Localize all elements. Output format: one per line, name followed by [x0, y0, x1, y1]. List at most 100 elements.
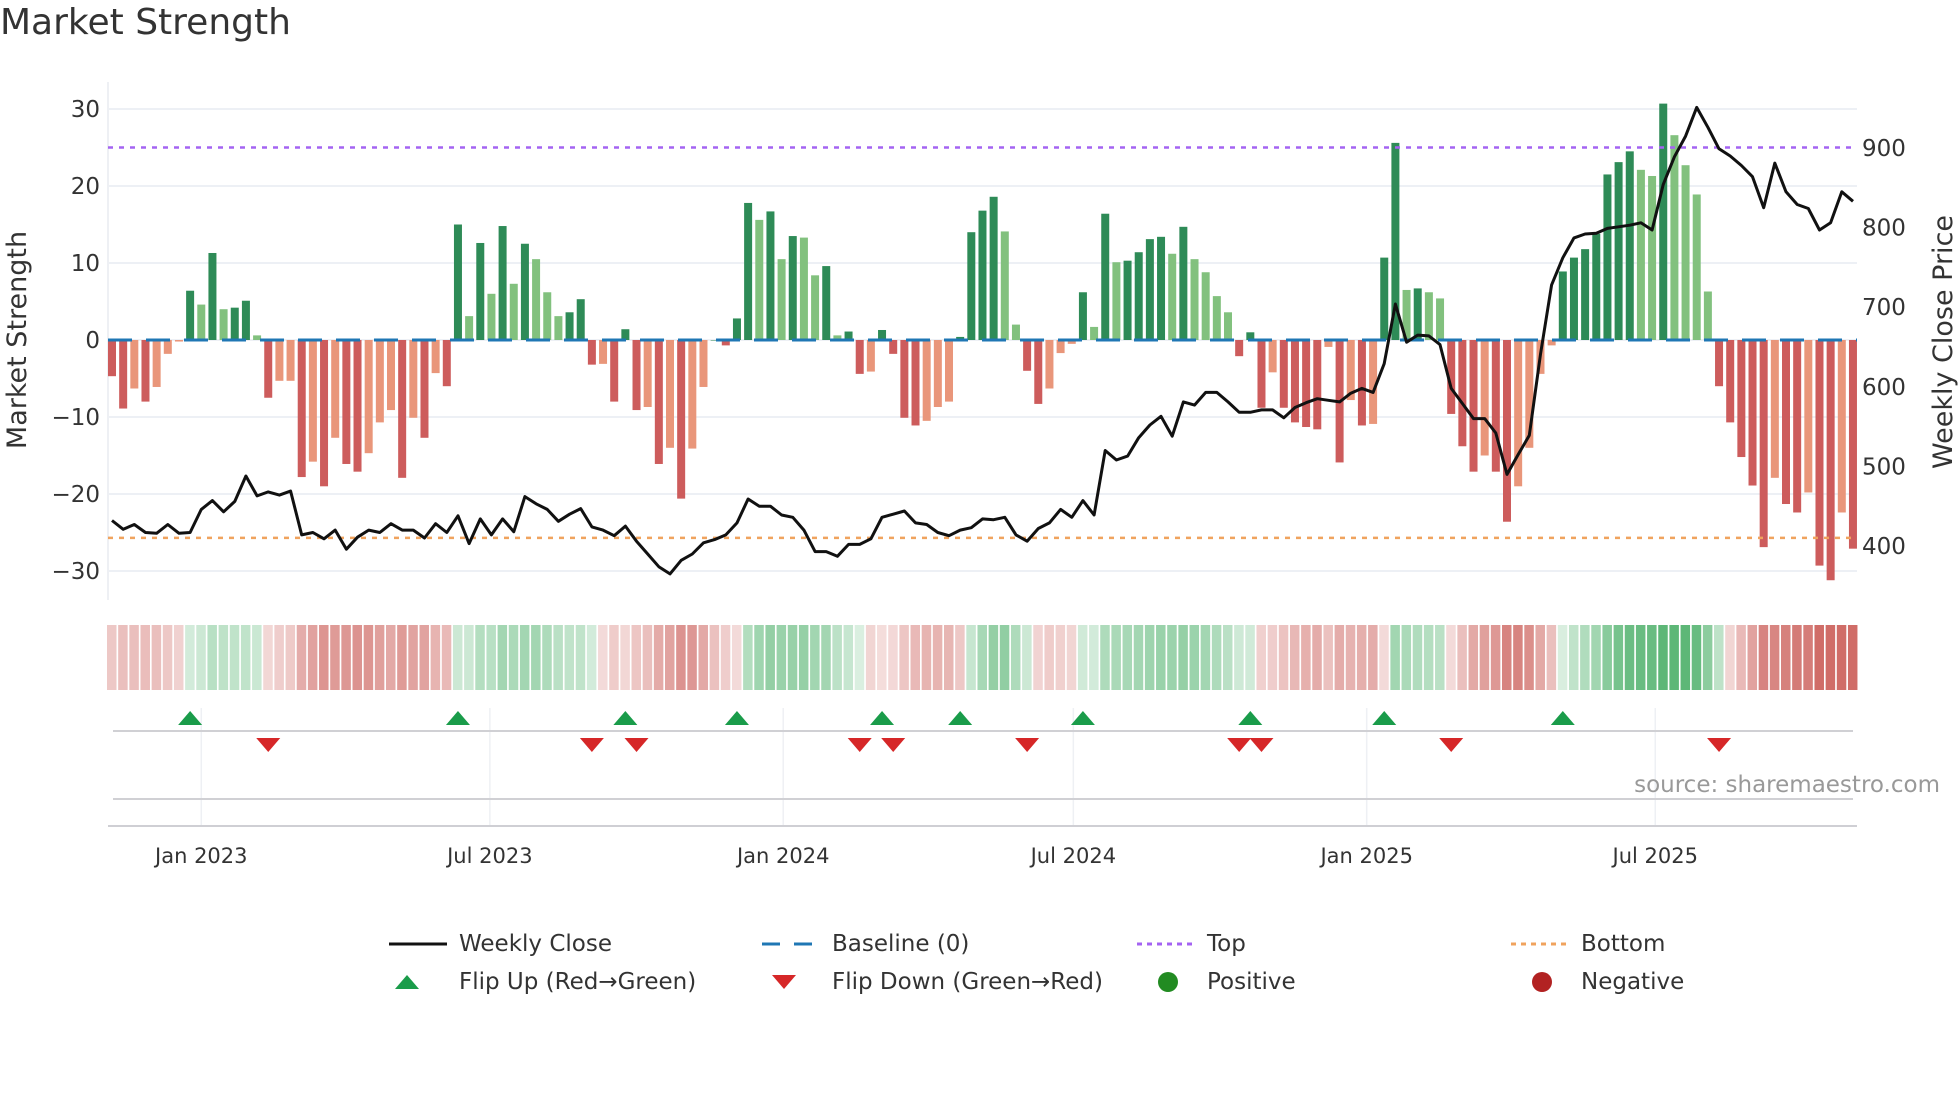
- strength-bar: [911, 340, 920, 426]
- strength-bar: [275, 340, 284, 381]
- strength-bar: [1770, 340, 1779, 478]
- strength-bar: [777, 259, 786, 340]
- heat-strip-cell: [1658, 625, 1668, 690]
- heat-strip-cell: [218, 625, 229, 690]
- heat-strip-cell: [1356, 625, 1367, 690]
- strength-bar: [1514, 340, 1523, 487]
- strength-bar: [1279, 340, 1288, 408]
- strength-bar: [342, 340, 351, 464]
- heat-strip-cell: [542, 625, 552, 690]
- heat-strip-cell: [464, 625, 474, 690]
- heat-strip-cell: [955, 625, 965, 690]
- strength-bar: [755, 219, 764, 340]
- heat-strip-cell: [631, 625, 642, 690]
- heat-strip-cell: [553, 625, 563, 690]
- strength-bar: [933, 340, 942, 407]
- strength-bar: [1692, 194, 1701, 340]
- legend-positive[interactable]: Positive: [1137, 969, 1296, 995]
- strength-bar: [889, 340, 898, 354]
- legend-top[interactable]: Top: [1137, 931, 1246, 957]
- heat-strip-cell: [1033, 625, 1043, 690]
- heat-strip-cell: [754, 625, 764, 690]
- heat-strip-cell: [1055, 625, 1066, 690]
- heat-strip-cell: [620, 625, 630, 690]
- legend-weekly-close[interactable]: Weekly Close: [389, 931, 612, 957]
- strength-bar: [1157, 236, 1166, 340]
- heat-strip-cell: [1077, 625, 1088, 690]
- strength-bar: [1224, 312, 1232, 340]
- heat-strip-cell: [1200, 625, 1211, 690]
- heat-strip-cell: [854, 625, 865, 690]
- heat-strip-cell: [531, 625, 541, 690]
- strength-bar: [1257, 340, 1266, 408]
- strength-bar: [1503, 340, 1511, 522]
- heat-strip-cell: [642, 625, 653, 690]
- strength-bar: [509, 283, 518, 340]
- heat-strip-cell: [888, 625, 898, 690]
- heat-strip-cell: [1524, 625, 1534, 690]
- strength-bar: [554, 316, 563, 340]
- flip-down-marker: [1015, 738, 1040, 752]
- heat-strip-cell: [1580, 625, 1590, 690]
- strength-bar: [208, 252, 217, 340]
- strength-bar: [241, 300, 250, 340]
- flip-up-marker: [948, 711, 973, 725]
- heat-strip-cell: [274, 625, 284, 690]
- market-strength-chart: 30 20 10 0 −10 −20 −30 900 800 700 600 500 400 Market…: [2, 82, 1959, 868]
- strength-bar: [1090, 326, 1099, 340]
- triangle-up-icon: [395, 975, 419, 989]
- heat-strip-cell: [1379, 625, 1389, 690]
- strength-bar: [420, 340, 429, 438]
- strength-bar: [119, 340, 128, 409]
- strength-bar: [1313, 340, 1322, 430]
- flip-up-marker: [1550, 711, 1575, 725]
- heat-strip-cell: [1613, 625, 1624, 690]
- strength-bar: [922, 340, 931, 421]
- strength-bar: [967, 232, 976, 340]
- heat-strip-cell: [676, 625, 686, 690]
- circle-icon: [1532, 972, 1552, 992]
- strength-bar: [364, 340, 373, 454]
- strength-bar: [1000, 231, 1009, 340]
- legend-baseline[interactable]: Baseline (0): [762, 931, 969, 957]
- y-axis-title: Market Strength: [2, 231, 33, 449]
- heat-strip-cell: [1010, 625, 1021, 690]
- strength-bar: [576, 299, 585, 340]
- heat-strip-cell: [1769, 625, 1780, 690]
- y-tick-label: −30: [51, 559, 100, 585]
- heat-strip-cell: [151, 625, 162, 690]
- strength-bar: [1078, 292, 1087, 340]
- strength-bar: [1413, 288, 1422, 340]
- heat-strip-cell: [441, 625, 452, 690]
- heat-strip-cell: [1412, 625, 1423, 690]
- heat-strip-cell: [1289, 625, 1300, 690]
- heat-strip-cell: [229, 625, 240, 690]
- heat-strip-cell: [932, 625, 943, 690]
- legend-negative[interactable]: Negative: [1511, 969, 1684, 995]
- strength-bar: [1480, 340, 1489, 456]
- solid-line-icon: [389, 942, 447, 946]
- strength-bar: [1648, 175, 1657, 340]
- heat-strip-cell: [1513, 625, 1523, 690]
- strength-bar: [1614, 162, 1623, 340]
- heat-strip-cell: [285, 625, 296, 690]
- legend-flip-up[interactable]: Flip Up (Red→Green): [389, 969, 696, 995]
- heat-strip-cell: [765, 625, 775, 690]
- strength-bar: [1424, 292, 1433, 340]
- legend-flip-down[interactable]: Flip Down (Green→Red): [762, 969, 1103, 995]
- heat-strip-cell: [475, 625, 485, 690]
- strength-bar: [621, 329, 630, 340]
- legend-bottom[interactable]: Bottom: [1511, 931, 1665, 957]
- heat-strip-cell: [609, 625, 619, 690]
- strength-bar: [1212, 296, 1221, 340]
- strength-bar: [1737, 340, 1746, 458]
- x-tick-label: Jan 2025: [1318, 844, 1413, 868]
- strength-bar: [230, 307, 239, 340]
- strength-bar: [822, 266, 831, 340]
- y-tick-label: 30: [71, 97, 100, 123]
- legend-label: Top: [1207, 931, 1246, 957]
- heat-strip-cell: [832, 625, 842, 690]
- y2-tick-label: 600: [1862, 375, 1906, 401]
- strength-bar: [1815, 340, 1824, 566]
- heat-strip-cell: [966, 625, 976, 690]
